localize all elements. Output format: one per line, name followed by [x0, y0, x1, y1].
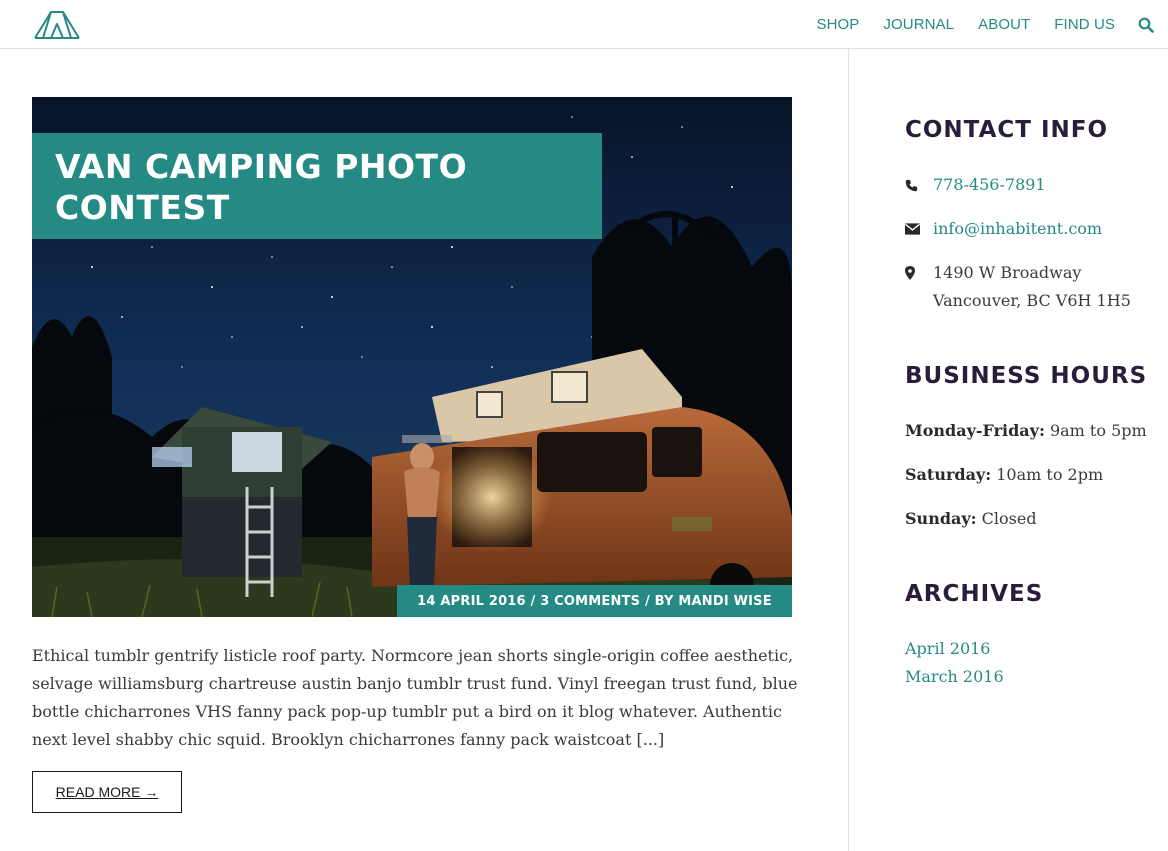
hours-day: Monday-Friday: — [905, 421, 1045, 440]
hours-time: 10am to 2pm — [996, 465, 1104, 484]
post-title-box: VAN CAMPING PHOTO CONTEST — [32, 133, 602, 239]
hours-row: Sunday: Closed — [905, 505, 1037, 533]
nav-find-us[interactable]: FIND US — [1054, 16, 1115, 33]
hours-day: Saturday: — [905, 465, 992, 484]
main-nav: SHOP JOURNAL ABOUT FIND US — [792, 0, 1154, 48]
email-link[interactable]: info@inhabitent.com — [933, 215, 1102, 243]
phone-link[interactable]: 778-456-7891 — [933, 171, 1046, 199]
search-icon[interactable] — [1138, 17, 1154, 33]
archive-link-april-2016[interactable]: April 2016 — [905, 635, 990, 663]
archives-heading: ARCHIVES — [905, 581, 1044, 607]
hours-time: Closed — [981, 509, 1037, 528]
post-title[interactable]: VAN CAMPING PHOTO CONTEST — [55, 146, 578, 228]
nav-about[interactable]: ABOUT — [978, 16, 1030, 33]
read-more-button[interactable]: READ MORE → — [32, 771, 182, 813]
business-hours-heading: BUSINESS HOURS — [905, 363, 1148, 389]
post-excerpt: Ethical tumblr gentrify listicle roof pa… — [32, 646, 798, 749]
envelope-icon — [905, 215, 933, 243]
nav-shop[interactable]: SHOP — [816, 16, 859, 33]
contact-phone: 778-456-7891 — [905, 171, 1046, 199]
hours-time: 9am to 5pm — [1049, 421, 1147, 440]
site-header: SHOP JOURNAL ABOUT FIND US — [0, 0, 1168, 49]
hours-day: Sunday: — [905, 509, 977, 528]
address-block: 1490 W Broadway Vancouver, BC V6H 1H5 — [933, 259, 1131, 315]
address-line1: 1490 W Broadway — [933, 263, 1082, 282]
hours-row: Saturday: 10am to 2pm — [905, 461, 1103, 489]
tent-logo-icon[interactable] — [33, 8, 81, 40]
address-line2: Vancouver, BC V6H 1H5 — [933, 291, 1131, 310]
map-marker-icon — [905, 259, 933, 287]
archive-link-march-2016[interactable]: March 2016 — [905, 663, 1004, 691]
hours-row: Monday-Friday: 9am to 5pm — [905, 417, 1147, 445]
sidebar-divider — [848, 49, 849, 851]
contact-email: info@inhabitent.com — [905, 215, 1102, 243]
nav-journal[interactable]: JOURNAL — [883, 16, 954, 33]
contact-info-heading: CONTACT INFO — [905, 117, 1109, 143]
phone-icon — [905, 171, 933, 199]
contact-address: 1490 W Broadway Vancouver, BC V6H 1H5 — [905, 259, 1131, 315]
post-meta: 14 APRIL 2016 / 3 COMMENTS / BY MANDI WI… — [397, 585, 792, 617]
